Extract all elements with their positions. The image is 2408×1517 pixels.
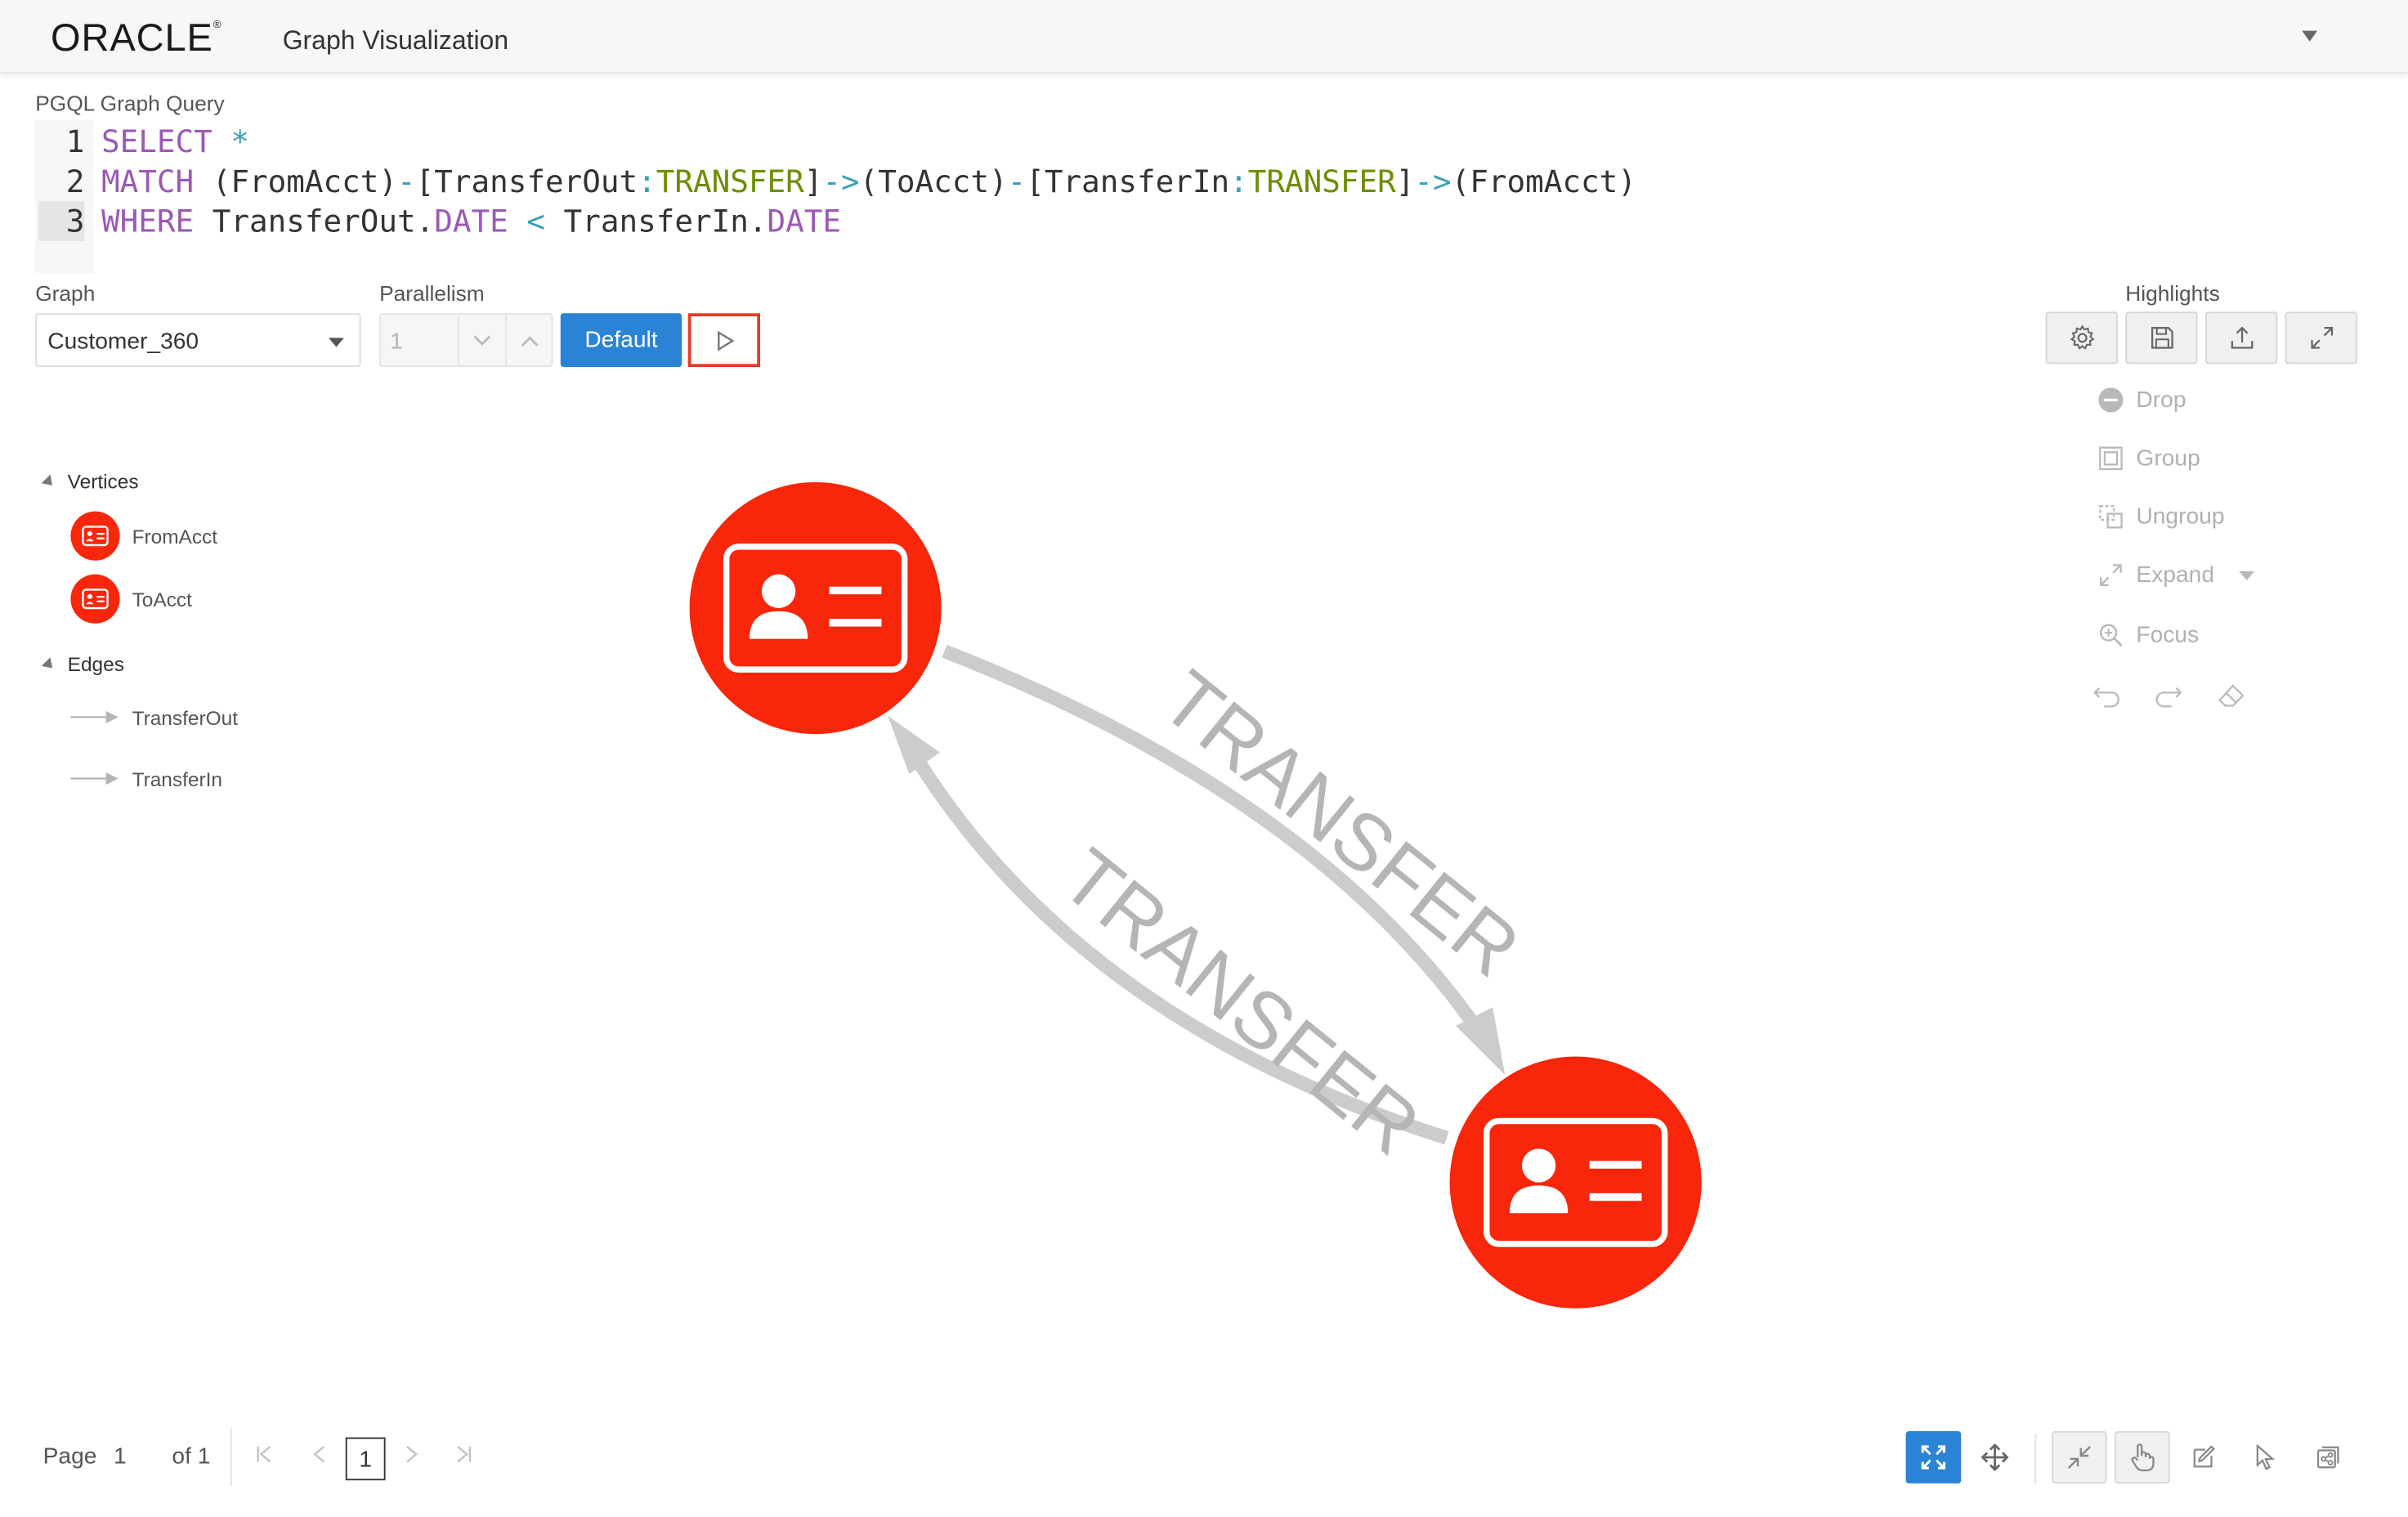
chevron-left-icon bbox=[313, 1445, 325, 1463]
page-count: of 1 bbox=[172, 1443, 211, 1470]
pager-divider bbox=[230, 1428, 232, 1487]
first-page-button[interactable] bbox=[255, 1443, 274, 1471]
graph-canvas[interactable]: TRANSFER TRANSFER bbox=[0, 0, 2408, 1428]
first-page-icon bbox=[257, 1445, 271, 1463]
prev-page-button[interactable] bbox=[311, 1443, 329, 1471]
hand-tool-button[interactable] bbox=[2115, 1431, 2170, 1483]
last-page-icon bbox=[457, 1445, 472, 1463]
graph-vertex-fromacct bbox=[689, 481, 942, 735]
fit-screen-icon bbox=[1921, 1445, 1946, 1470]
current-page-button[interactable]: 1 bbox=[345, 1437, 386, 1481]
page-label: Page bbox=[43, 1443, 97, 1470]
toolbar-divider bbox=[2034, 1434, 2037, 1483]
page-input[interactable]: 1 bbox=[114, 1443, 127, 1470]
share-button[interactable] bbox=[2300, 1431, 2356, 1483]
pan-button[interactable] bbox=[1967, 1431, 2023, 1483]
shrink-button[interactable] bbox=[2052, 1431, 2107, 1483]
next-page-button[interactable] bbox=[402, 1443, 421, 1471]
edit-icon bbox=[2193, 1445, 2215, 1468]
hand-pointer-icon bbox=[2131, 1443, 2155, 1472]
fit-to-screen-button[interactable] bbox=[1905, 1431, 1962, 1483]
move-arrows-icon bbox=[1981, 1443, 2009, 1472]
graph-vertex-toacct bbox=[1449, 1056, 1702, 1309]
shrink-icon bbox=[2067, 1445, 2091, 1469]
chevron-right-icon bbox=[406, 1445, 418, 1463]
last-page-button[interactable] bbox=[454, 1443, 473, 1471]
select-pointer-button[interactable] bbox=[2237, 1431, 2293, 1483]
cursor-icon bbox=[2256, 1443, 2276, 1470]
edit-button[interactable] bbox=[2176, 1431, 2231, 1483]
share-icon bbox=[2316, 1446, 2339, 1469]
edge-arrowhead bbox=[887, 715, 940, 774]
